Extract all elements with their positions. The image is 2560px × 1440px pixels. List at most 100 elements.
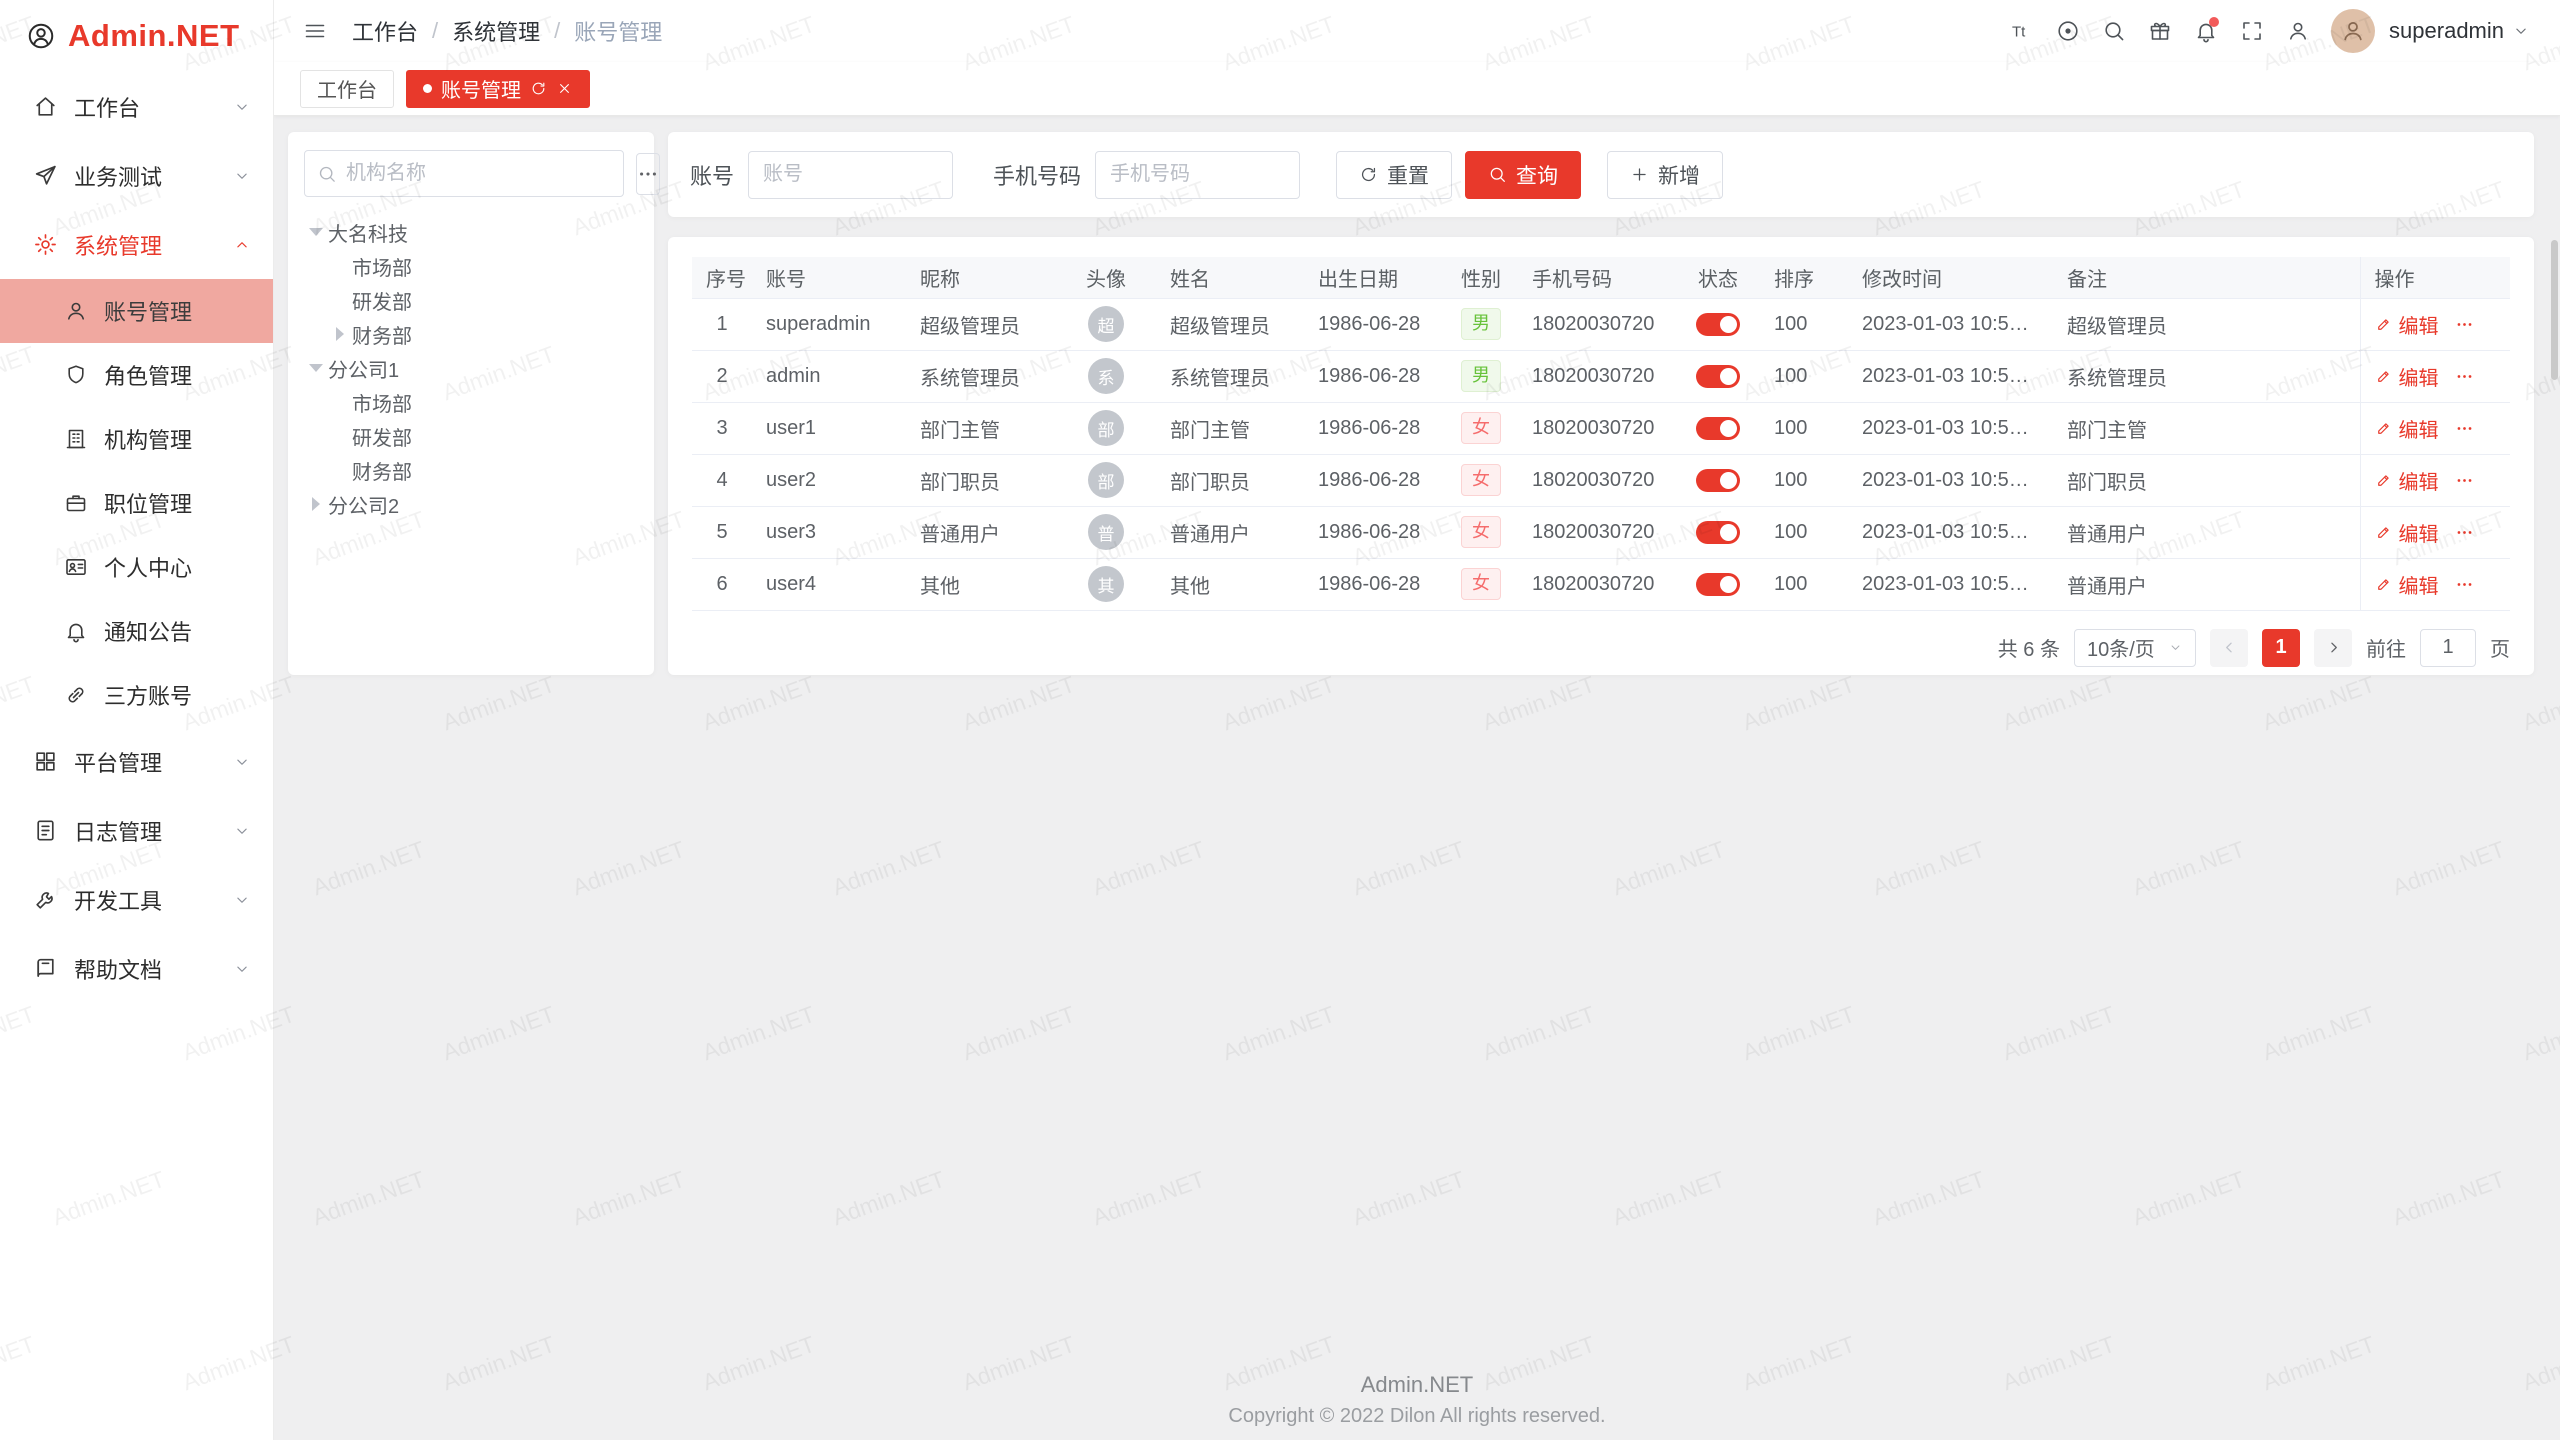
sidebar-item-system-mgmt[interactable]: 系统管理 <box>0 210 273 279</box>
tree-node[interactable]: 研发部 <box>304 419 638 453</box>
phone-input[interactable] <box>1095 151 1300 199</box>
search-icon[interactable] <box>2093 10 2135 52</box>
edit-button[interactable]: 编辑 <box>2375 518 2439 547</box>
cell-name: 超级管理员 <box>1156 298 1304 350</box>
notification-badge <box>2209 17 2219 27</box>
cell-remark: 部门主管 <box>2053 402 2360 454</box>
cell-gender: 女 <box>1444 402 1518 454</box>
org-icon <box>64 427 88 451</box>
profile-icon[interactable] <box>2277 10 2319 52</box>
account-label: 账号 <box>690 159 734 191</box>
total-count: 共 6 条 <box>1998 633 2060 662</box>
edit-button[interactable]: 编辑 <box>2375 466 2439 495</box>
row-more-button[interactable] <box>2455 315 2474 334</box>
close-icon[interactable] <box>556 80 573 97</box>
row-more-button[interactable] <box>2455 523 2474 542</box>
sidebar-subitem-account-mgmt[interactable]: 账号管理 <box>0 279 273 343</box>
cell-avatar: 超 <box>1056 298 1156 350</box>
sidebar-item-workbench[interactable]: 工作台 <box>0 72 273 141</box>
sidebar-subitem-org-mgmt[interactable]: 机构管理 <box>0 407 273 471</box>
edit-button[interactable]: 编辑 <box>2375 362 2439 391</box>
prev-page-button[interactable] <box>2210 629 2248 667</box>
status-toggle[interactable] <box>1696 469 1740 492</box>
tree-node[interactable]: 市场部 <box>304 249 638 283</box>
tree-node[interactable]: 市场部 <box>304 385 638 419</box>
logo[interactable]: Admin.NET <box>0 0 273 72</box>
status-toggle[interactable] <box>1696 417 1740 440</box>
chevron-down-icon[interactable] <box>2508 10 2534 52</box>
gender-badge: 女 <box>1461 464 1501 495</box>
caret-down-icon <box>304 228 328 236</box>
username[interactable]: superadmin <box>2389 18 2504 44</box>
status-toggle[interactable] <box>1696 521 1740 544</box>
page-size-select[interactable]: 10条/页 <box>2074 629 2196 667</box>
notification-bell-icon[interactable] <box>2185 10 2227 52</box>
sidebar-item-platform-mgmt[interactable]: 平台管理 <box>0 727 273 796</box>
gender-badge: 女 <box>1461 412 1501 443</box>
tree-node[interactable]: 分公司1 <box>304 351 638 385</box>
tree-node[interactable]: 大名科技 <box>304 215 638 249</box>
row-more-button[interactable] <box>2455 367 2474 386</box>
tab-active-dot <box>423 84 432 93</box>
row-avatar: 超 <box>1088 306 1124 342</box>
query-button[interactable]: 查询 <box>1465 151 1581 199</box>
breadcrumb-item[interactable]: 系统管理 <box>452 15 540 47</box>
refresh-icon[interactable] <box>530 80 547 97</box>
tree-node[interactable]: 分公司2 <box>304 487 638 521</box>
tab-label: 工作台 <box>317 74 377 103</box>
tree-node[interactable]: 财务部 <box>304 317 638 351</box>
account-input[interactable] <box>748 151 953 199</box>
status-toggle[interactable] <box>1696 573 1740 596</box>
row-more-button[interactable] <box>2455 419 2474 438</box>
send-icon <box>33 163 58 188</box>
avatar[interactable] <box>2331 9 2375 53</box>
wrench-icon <box>33 887 58 912</box>
column-header: 序号 <box>692 257 752 298</box>
sidebar-item-dev-tools[interactable]: 开发工具 <box>0 865 273 934</box>
cell-phone: 18020030720 <box>1518 298 1676 350</box>
column-header: 状态 <box>1676 257 1760 298</box>
sidebar-item-help-doc[interactable]: 帮助文档 <box>0 934 273 1003</box>
edit-button[interactable]: 编辑 <box>2375 570 2439 599</box>
edit-button[interactable]: 编辑 <box>2375 310 2439 339</box>
fullscreen-icon[interactable] <box>2231 10 2273 52</box>
cell-name: 普通用户 <box>1156 506 1304 558</box>
font-size-icon[interactable]: Tt <box>2001 10 2043 52</box>
gender-badge: 男 <box>1461 360 1501 391</box>
org-search-field[interactable] <box>304 150 624 197</box>
hamburger-menu-icon[interactable] <box>294 10 336 52</box>
cell-birthdate: 1986-06-28 <box>1304 350 1444 402</box>
page-1-button[interactable]: 1 <box>2262 629 2300 667</box>
row-more-button[interactable] <box>2455 471 2474 490</box>
row-avatar: 部 <box>1088 462 1124 498</box>
more-options-button[interactable] <box>636 153 660 195</box>
tree-node[interactable]: 财务部 <box>304 453 638 487</box>
tab-0[interactable]: 工作台 <box>300 70 394 108</box>
sidebar-subitem-role-mgmt[interactable]: 角色管理 <box>0 343 273 407</box>
footer-title: Admin.NET <box>274 1372 2560 1398</box>
status-toggle[interactable] <box>1696 313 1740 336</box>
status-toggle[interactable] <box>1696 365 1740 388</box>
breadcrumb-item[interactable]: 工作台 <box>352 15 418 47</box>
cell-gender: 女 <box>1444 506 1518 558</box>
scrollbar-thumb[interactable] <box>2551 240 2558 380</box>
sidebar-item-business-test[interactable]: 业务测试 <box>0 141 273 210</box>
tree-node[interactable]: 研发部 <box>304 283 638 317</box>
row-more-button[interactable] <box>2455 575 2474 594</box>
sidebar-subitem-personal-center[interactable]: 个人中心 <box>0 535 273 599</box>
sidebar-item-log-mgmt[interactable]: 日志管理 <box>0 796 273 865</box>
add-button[interactable]: 新增 <box>1607 151 1723 199</box>
add-label: 新增 <box>1658 160 1700 190</box>
sidebar-subitem-position-mgmt[interactable]: 职位管理 <box>0 471 273 535</box>
edit-button[interactable]: 编辑 <box>2375 414 2439 443</box>
refresh-icon <box>1359 165 1378 184</box>
sidebar-subitem-third-party-account[interactable]: 三方账号 <box>0 663 273 727</box>
reset-button[interactable]: 重置 <box>1336 151 1452 199</box>
tab-1[interactable]: 账号管理 <box>406 70 590 108</box>
goto-page-input[interactable] <box>2420 629 2476 667</box>
component-size-icon[interactable] <box>2047 10 2089 52</box>
next-page-button[interactable] <box>2314 629 2352 667</box>
theme-icon[interactable] <box>2139 10 2181 52</box>
org-search-input[interactable] <box>346 162 611 185</box>
sidebar-subitem-notice[interactable]: 通知公告 <box>0 599 273 663</box>
